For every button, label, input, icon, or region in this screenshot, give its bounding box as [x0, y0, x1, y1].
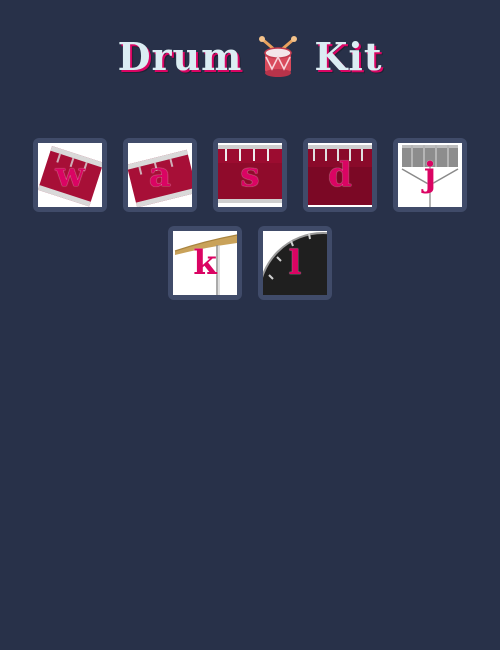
drum-key-k[interactable]: k: [168, 226, 242, 300]
key-letter: d: [328, 155, 352, 195]
key-letter: a: [148, 155, 172, 195]
drum-key-face: l: [263, 231, 327, 295]
drum-key-s[interactable]: s: [213, 138, 287, 212]
drum-icon: [256, 35, 300, 79]
drum-key-face: a: [128, 143, 192, 207]
keys-row-2: k l: [0, 226, 500, 300]
drum-key-face: d: [308, 143, 372, 207]
drum-key-face: j: [398, 143, 462, 207]
title-word-drum: Drum: [117, 34, 243, 79]
drum-key-l[interactable]: l: [258, 226, 332, 300]
key-letter: l: [288, 243, 302, 283]
key-letter: k: [193, 243, 217, 283]
drum-key-w[interactable]: w: [33, 138, 107, 212]
drum-kit-page: Drum Kit w a s d j k l: [0, 0, 500, 650]
drum-key-face: s: [218, 143, 282, 207]
key-letter: j: [423, 155, 437, 195]
key-letter: w: [55, 155, 85, 195]
title-word-kit: Kit: [314, 34, 383, 79]
key-letter: s: [240, 155, 260, 195]
drum-key-face: w: [38, 143, 102, 207]
drum-key-d[interactable]: d: [303, 138, 377, 212]
keys-row-1: w a s d j: [0, 138, 500, 212]
drum-key-face: k: [173, 231, 237, 295]
page-title: Drum Kit: [0, 34, 500, 79]
drum-key-a[interactable]: a: [123, 138, 197, 212]
drum-key-j[interactable]: j: [393, 138, 467, 212]
